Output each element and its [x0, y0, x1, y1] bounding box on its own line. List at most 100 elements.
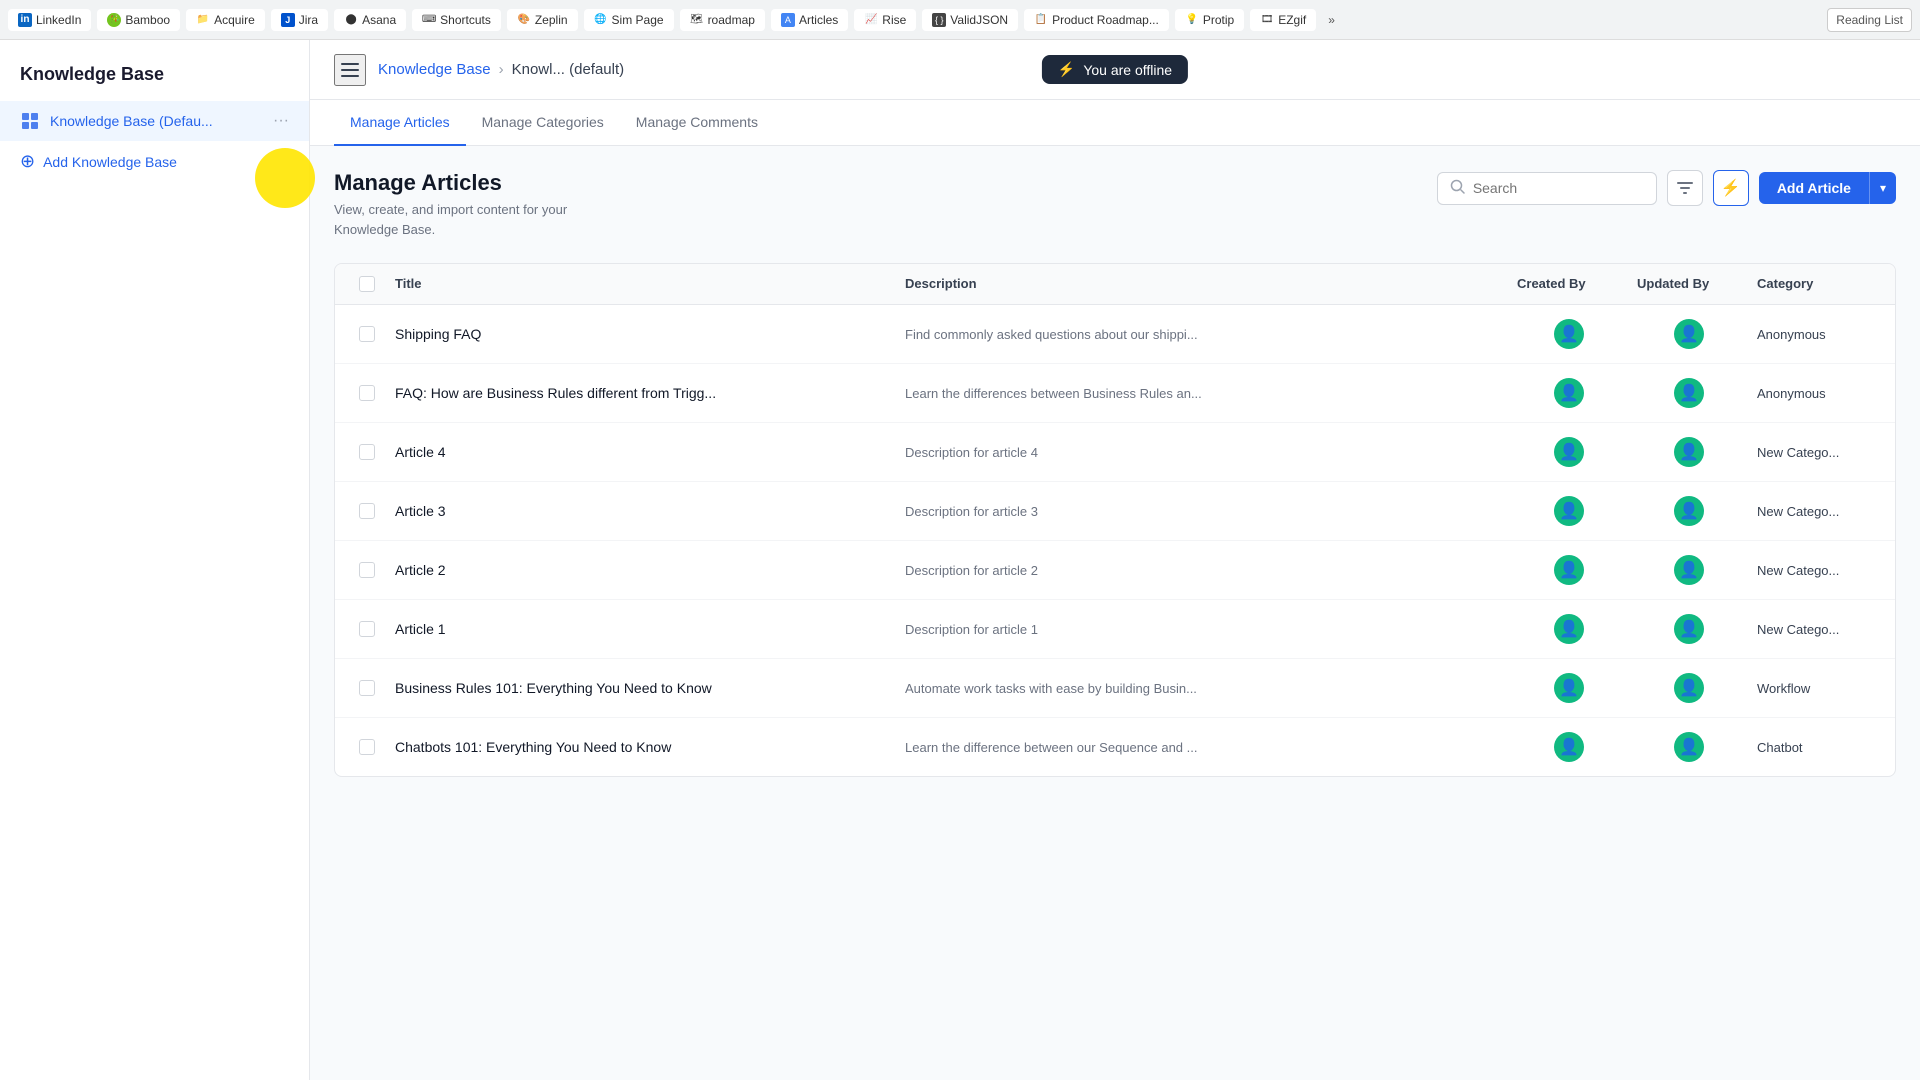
row-title: FAQ: How are Business Rules different fr…	[387, 371, 897, 415]
avatar: 👤	[1554, 673, 1584, 703]
avatar: 👤	[1674, 496, 1704, 526]
header-category: Category	[1749, 264, 1879, 304]
avatar: 👤	[1674, 319, 1704, 349]
breadcrumb-current: Knowl... (default)	[512, 61, 625, 78]
avatar: 👤	[1554, 732, 1584, 762]
header-created-by: Created By	[1509, 264, 1629, 304]
table-row[interactable]: Article 3 Description for article 3 👤 👤 …	[335, 482, 1895, 541]
tab-jira-label: Jira	[299, 13, 318, 27]
table-row[interactable]: Article 2 Description for article 2 👤 👤 …	[335, 541, 1895, 600]
plus-icon: ⊕	[20, 151, 35, 172]
avatar: 👤	[1554, 319, 1584, 349]
sidebar-item-kb-default[interactable]: Knowledge Base (Defau... ···	[0, 101, 309, 141]
avatar: 👤	[1674, 555, 1704, 585]
row-checkbox	[351, 489, 387, 533]
table-row[interactable]: FAQ: How are Business Rules different fr…	[335, 364, 1895, 423]
tab-productroadmap[interactable]: 📋 Product Roadmap...	[1024, 9, 1169, 31]
breadcrumb-separator: ›	[499, 61, 504, 78]
avatar: 👤	[1554, 555, 1584, 585]
tab-articles[interactable]: A Articles	[771, 9, 848, 31]
row-category: New Catego...	[1749, 431, 1879, 474]
select-all-checkbox[interactable]	[359, 276, 375, 292]
row-created-by: 👤	[1509, 423, 1629, 481]
row-created-by: 👤	[1509, 541, 1629, 599]
add-article-dropdown-button[interactable]: ▾	[1869, 172, 1896, 204]
row-title: Shipping FAQ	[387, 312, 897, 356]
row-checkbox	[351, 371, 387, 415]
tab-rise[interactable]: 📈 Rise	[854, 9, 916, 31]
tab-acquire[interactable]: 📁 Acquire	[186, 9, 265, 31]
row-category: Chatbot	[1749, 726, 1879, 769]
row-updated-by: 👤	[1629, 600, 1749, 658]
tab-protip[interactable]: 💡 Protip	[1175, 9, 1244, 31]
tab-ezgif[interactable]: 🎞 EZgif	[1250, 9, 1316, 31]
table-row[interactable]: Article 1 Description for article 1 👤 👤 …	[335, 600, 1895, 659]
row-updated-by: 👤	[1629, 305, 1749, 363]
avatar: 👤	[1674, 673, 1704, 703]
tab-zeplin[interactable]: 🎨 Zeplin	[507, 9, 578, 31]
add-article-button[interactable]: Add Article	[1759, 172, 1869, 204]
row-updated-by: 👤	[1629, 423, 1749, 481]
articles-header-right: ⚡ Add Article ▾	[1437, 170, 1896, 206]
tab-roadmap[interactable]: 🗺 roadmap	[680, 9, 765, 31]
tab-zeplin-label: Zeplin	[535, 13, 568, 27]
row-description: Description for article 3	[897, 490, 1509, 533]
row-checkbox	[351, 312, 387, 356]
tab-jira[interactable]: J Jira	[271, 9, 328, 31]
row-updated-by: 👤	[1629, 541, 1749, 599]
tab-asana[interactable]: ⬤ Asana	[334, 9, 406, 31]
row-checkbox	[351, 548, 387, 592]
table-row[interactable]: Chatbots 101: Everything You Need to Kno…	[335, 718, 1895, 776]
row-title: Article 2	[387, 548, 897, 592]
tab-manage-comments[interactable]: Manage Comments	[620, 100, 774, 146]
table-row[interactable]: Article 4 Description for article 4 👤 👤 …	[335, 423, 1895, 482]
tab-acquire-label: Acquire	[214, 13, 255, 27]
header-title: Title	[387, 264, 897, 304]
row-description: Learn the differences between Business R…	[897, 372, 1509, 415]
search-input[interactable]	[1473, 180, 1644, 196]
hamburger-button[interactable]	[334, 54, 366, 86]
tab-linkedin[interactable]: in LinkedIn	[8, 9, 91, 31]
content-area: Manage Articles View, create, and import…	[310, 146, 1920, 1080]
articles-table: Title Description Created By Updated By …	[334, 263, 1896, 777]
row-description: Find commonly asked questions about our …	[897, 313, 1509, 356]
breadcrumb-kb[interactable]: Knowledge Base	[378, 61, 491, 78]
tab-validjson-label: ValidJSON	[950, 13, 1008, 27]
lightning-icon-btn: ⚡	[1721, 178, 1741, 198]
offline-text: You are offline	[1083, 62, 1172, 78]
tab-manage-articles[interactable]: Manage Articles	[334, 100, 466, 146]
add-article-btn-group: Add Article ▾	[1759, 172, 1896, 204]
avatar: 👤	[1674, 437, 1704, 467]
row-category: New Catego...	[1749, 608, 1879, 651]
tab-validjson[interactable]: { } ValidJSON	[922, 9, 1018, 31]
articles-header: Manage Articles View, create, and import…	[334, 170, 1896, 239]
row-created-by: 👤	[1509, 482, 1629, 540]
sidebar-item-more-icon[interactable]: ···	[273, 112, 289, 130]
sidebar-title: Knowledge Base	[0, 56, 309, 101]
offline-badge: ⚡ You are offline	[1042, 55, 1188, 84]
tab-shortcuts[interactable]: ⌨ Shortcuts	[412, 9, 501, 31]
tab-manage-categories[interactable]: Manage Categories	[466, 100, 620, 146]
articles-header-left: Manage Articles View, create, and import…	[334, 170, 567, 239]
row-description: Learn the difference between our Sequenc…	[897, 726, 1509, 769]
table-header: Title Description Created By Updated By …	[335, 264, 1895, 305]
tab-simpage[interactable]: 🌐 Sim Page	[584, 9, 674, 31]
avatar: 👤	[1674, 732, 1704, 762]
avatar: 👤	[1554, 437, 1584, 467]
page-title: Manage Articles	[334, 170, 567, 196]
tab-bamboo[interactable]: 🎋 Bamboo	[97, 9, 180, 31]
more-tabs-button[interactable]: »	[1322, 9, 1341, 31]
tab-protip-label: Protip	[1203, 13, 1234, 27]
row-created-by: 👤	[1509, 305, 1629, 363]
filter-button[interactable]	[1667, 170, 1703, 206]
lightning-button[interactable]: ⚡	[1713, 170, 1749, 206]
reading-list-button[interactable]: Reading List	[1827, 8, 1912, 32]
row-updated-by: 👤	[1629, 718, 1749, 776]
row-created-by: 👤	[1509, 600, 1629, 658]
row-category: Workflow	[1749, 667, 1879, 710]
tab-asana-label: Asana	[362, 13, 396, 27]
row-checkbox	[351, 607, 387, 651]
table-row[interactable]: Shipping FAQ Find commonly asked questio…	[335, 305, 1895, 364]
page-description: View, create, and import content for you…	[334, 200, 567, 239]
table-row[interactable]: Business Rules 101: Everything You Need …	[335, 659, 1895, 718]
